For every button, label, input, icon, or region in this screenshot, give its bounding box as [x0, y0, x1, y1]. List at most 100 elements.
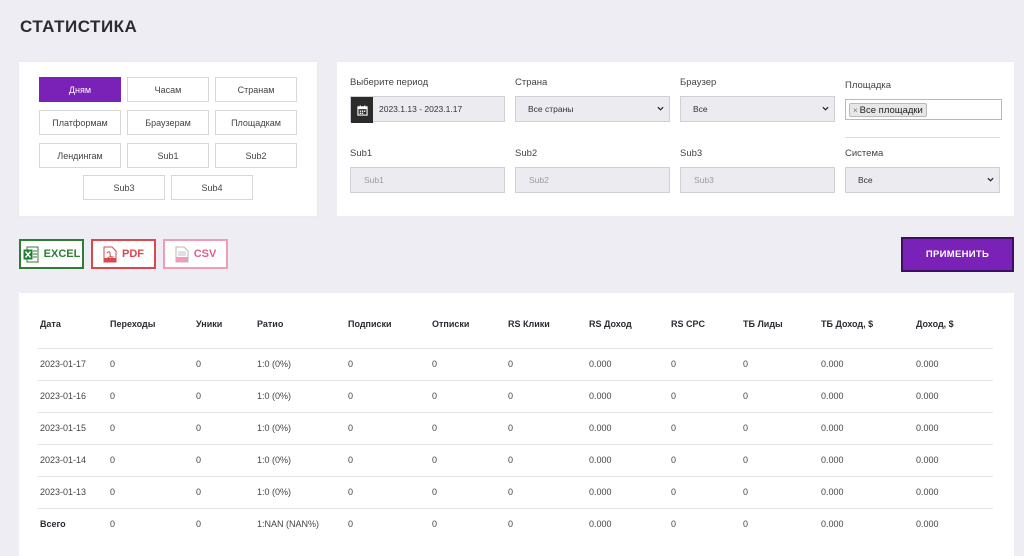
row-divider: [38, 476, 993, 477]
table-cell-tb-income: 0.000: [821, 455, 844, 465]
table-cell-rs-cpc: 0: [671, 359, 677, 369]
system-select[interactable]: Все: [845, 167, 1000, 193]
export-excel-button[interactable]: EXCEL: [19, 239, 84, 269]
groupby-countries-button[interactable]: Странам: [215, 77, 297, 102]
country-label: Страна: [515, 77, 548, 88]
table-cell-tb-income: 0.000: [821, 423, 844, 433]
table-cell-clicks: 0: [110, 359, 116, 369]
groupby-platforms-button[interactable]: Платформам: [39, 110, 121, 135]
table-cell-date: 2023-01-14: [40, 455, 87, 465]
stats-table-panel: [19, 293, 1014, 556]
column-header-clicks[interactable]: Переходы: [110, 319, 155, 329]
calendar-icon[interactable]: [351, 97, 373, 123]
groupby-days-button[interactable]: Дням: [39, 77, 121, 102]
column-header-rs-income[interactable]: RS Доход: [589, 319, 632, 329]
groupby-hours-button[interactable]: Часам: [127, 77, 209, 102]
pdf-icon: [103, 246, 117, 262]
table-cell-uniques: 0: [196, 391, 202, 401]
period-label: Выберите период: [350, 77, 429, 88]
table-cell-income: 0.000: [916, 359, 939, 369]
sub3-label: Sub3: [680, 148, 703, 159]
period-date-range-input[interactable]: 2023.1.13 - 2023.1.17: [350, 96, 505, 123]
sub3-input[interactable]: Sub3: [680, 167, 835, 193]
export-pdf-label: PDF: [122, 248, 144, 260]
table-cell-date: 2023-01-13: [40, 487, 87, 497]
browser-select[interactable]: Все: [680, 96, 835, 122]
column-header-income[interactable]: Доход, $: [916, 319, 954, 329]
groupby-sub1-button[interactable]: Sub1: [127, 143, 209, 168]
row-divider: [38, 508, 993, 509]
table-cell-rs-cpc: 0: [671, 455, 677, 465]
groupby-sub4-button[interactable]: Sub4: [171, 175, 253, 200]
table-cell-tb-leads: 0: [743, 423, 749, 433]
chevron-down-icon: [987, 177, 994, 182]
apply-button[interactable]: ПРИМЕНИТЬ: [901, 237, 1014, 272]
total-cell-subscriptions: 0: [348, 519, 354, 529]
table-cell-uniques: 0: [196, 455, 202, 465]
column-header-ratio[interactable]: Ратио: [257, 319, 283, 329]
total-cell-income: 0.000: [916, 519, 939, 529]
remove-tag-icon[interactable]: ×: [853, 106, 858, 115]
table-cell-rs-clicks: 0: [508, 487, 514, 497]
site-label: Площадка: [845, 80, 892, 91]
groupby-sub3-button[interactable]: Sub3: [83, 175, 165, 200]
system-label: Система: [845, 148, 884, 159]
column-header-rs-clicks[interactable]: RS Клики: [508, 319, 550, 329]
page-title: СТАТИСТИКА: [20, 17, 138, 36]
export-csv-button[interactable]: CSV: [163, 239, 228, 269]
total-cell-rs-income: 0.000: [589, 519, 612, 529]
row-divider: [38, 380, 993, 381]
column-header-unsubscriptions[interactable]: Отписки: [432, 319, 469, 329]
table-cell-rs-income: 0.000: [589, 423, 612, 433]
filters-divider: [845, 137, 1000, 138]
column-header-tb-leads[interactable]: ТБ Лиды: [743, 319, 783, 329]
csv-icon: [175, 246, 189, 262]
site-multiselect[interactable]: × Все площадки: [845, 99, 1002, 120]
table-cell-rs-cpc: 0: [671, 487, 677, 497]
table-cell-tb-income: 0.000: [821, 487, 844, 497]
total-cell-clicks: 0: [110, 519, 116, 529]
table-cell-tb-income: 0.000: [821, 359, 844, 369]
row-divider: [38, 444, 993, 445]
table-cell-clicks: 0: [110, 487, 116, 497]
column-header-tb-income[interactable]: ТБ Доход, $: [821, 319, 873, 329]
table-cell-tb-income: 0.000: [821, 391, 844, 401]
sub1-input[interactable]: Sub1: [350, 167, 505, 193]
groupby-landings-button[interactable]: Лендингам: [39, 143, 121, 168]
column-header-uniques[interactable]: Уники: [196, 319, 222, 329]
table-cell-uniques: 0: [196, 487, 202, 497]
site-tag[interactable]: × Все площадки: [849, 103, 927, 117]
table-cell-tb-leads: 0: [743, 487, 749, 497]
export-pdf-button[interactable]: PDF: [91, 239, 156, 269]
total-cell-rs-cpc: 0: [671, 519, 677, 529]
column-header-date[interactable]: Дата: [40, 319, 61, 329]
table-cell-clicks: 0: [110, 455, 116, 465]
table-cell-subscriptions: 0: [348, 359, 354, 369]
country-value: Все страны: [528, 104, 574, 114]
table-cell-unsubscriptions: 0: [432, 423, 438, 433]
column-header-subscriptions[interactable]: Подписки: [348, 319, 392, 329]
table-cell-rs-cpc: 0: [671, 391, 677, 401]
table-cell-income: 0.000: [916, 423, 939, 433]
browser-value: Все: [693, 104, 708, 114]
table-cell-unsubscriptions: 0: [432, 391, 438, 401]
period-value: 2023.1.13 - 2023.1.17: [379, 104, 463, 114]
table-cell-subscriptions: 0: [348, 455, 354, 465]
table-cell-rs-income: 0.000: [589, 391, 612, 401]
table-cell-date: 2023-01-15: [40, 423, 87, 433]
country-select[interactable]: Все страны: [515, 96, 670, 122]
total-cell-tb-income: 0.000: [821, 519, 844, 529]
column-header-rs-cpc[interactable]: RS CPC: [671, 319, 705, 329]
table-cell-subscriptions: 0: [348, 391, 354, 401]
groupby-browsers-button[interactable]: Браузерам: [127, 110, 209, 135]
table-cell-date: 2023-01-16: [40, 391, 87, 401]
table-cell-rs-income: 0.000: [589, 455, 612, 465]
table-cell-unsubscriptions: 0: [432, 455, 438, 465]
table-cell-ratio: 1:0 (0%): [257, 487, 292, 497]
groupby-sub2-button[interactable]: Sub2: [215, 143, 297, 168]
total-cell-tb-leads: 0: [743, 519, 749, 529]
table-cell-rs-clicks: 0: [508, 423, 514, 433]
sub2-input[interactable]: Sub2: [515, 167, 670, 193]
groupby-sites-button[interactable]: Площадкам: [215, 110, 297, 135]
export-excel-label: EXCEL: [43, 248, 81, 260]
